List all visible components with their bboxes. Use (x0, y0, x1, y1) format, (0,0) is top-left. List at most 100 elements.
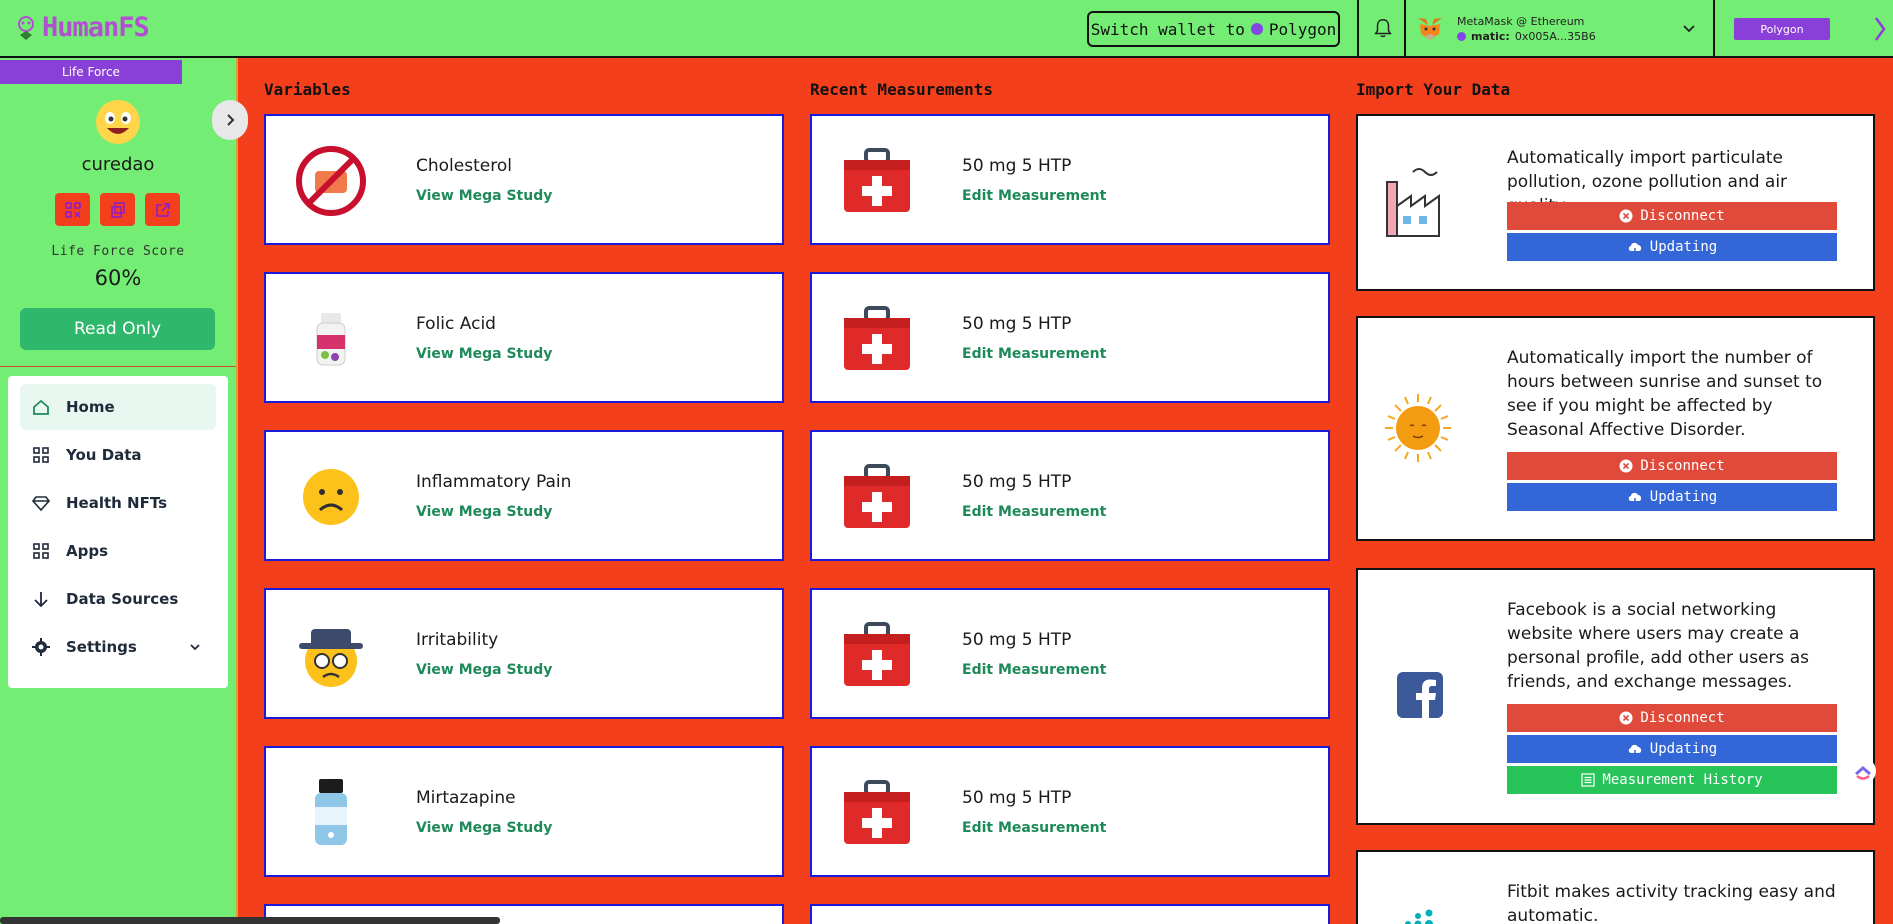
view-mega-study-link[interactable]: View Mega Study (416, 662, 552, 678)
chevron-down-icon (190, 644, 200, 651)
sidebar-item-label: Home (66, 398, 115, 416)
chevron-down-icon[interactable] (1680, 20, 1698, 38)
network-icon (1874, 17, 1886, 41)
variable-card[interactable]: Cholesterol View Mega Study (264, 114, 784, 245)
import-card: Automatically import particulate polluti… (1356, 114, 1875, 291)
variable-card[interactable]: Irritability View Mega Study (264, 588, 784, 719)
variable-name: Irritability (416, 630, 499, 650)
polygon-dot-icon (1457, 32, 1466, 41)
variable-card[interactable]: Mirtazapine View Mega Study (264, 746, 784, 877)
measurement-card[interactable] (810, 904, 1330, 924)
measurement-card[interactable]: 50 mg 5 HTP Edit Measurement (810, 588, 1330, 719)
measurement-card[interactable]: 50 mg 5 HTP Edit Measurement (810, 272, 1330, 403)
home-icon (33, 399, 49, 415)
updating-label: Updating (1649, 741, 1718, 757)
switch-wallet-label: Switch wallet to (1090, 19, 1245, 39)
view-mega-study-link[interactable]: View Mega Study (416, 346, 552, 362)
life-force-score-label: Life Force Score (51, 244, 185, 259)
edit-measurement-link[interactable]: Edit Measurement (962, 346, 1106, 362)
logo[interactable]: HumanFS (14, 12, 150, 43)
sidebar: Life Force curedao Life Force Score 60% … (0, 58, 248, 924)
sad-face-icon (291, 457, 371, 537)
arrow-down-icon (34, 592, 48, 608)
qr-code-icon (64, 201, 81, 218)
cloud-icon (1628, 242, 1641, 253)
life-force-score-value: 60% (94, 266, 142, 290)
bell-icon[interactable] (1372, 17, 1394, 39)
chevron-right-icon (227, 114, 235, 126)
copy-button[interactable] (100, 193, 135, 226)
disconnect-button[interactable]: Disconnect (1507, 452, 1837, 480)
switch-wallet-network: Polygon (1268, 19, 1337, 39)
variable-card[interactable]: Folic Acid View Mega Study (264, 272, 784, 403)
header-divider (1404, 0, 1406, 58)
measurement-history-button[interactable]: Measurement History (1507, 766, 1837, 794)
variable-card[interactable]: Inflammatory Pain View Mega Study (264, 430, 784, 561)
updating-label: Updating (1649, 489, 1718, 505)
clickup-icon[interactable] (1850, 758, 1876, 784)
variable-name: Inflammatory Pain (416, 472, 572, 492)
edit-measurement-link[interactable]: Edit Measurement (962, 820, 1106, 836)
horizontal-scrollbar[interactable] (0, 917, 500, 924)
view-mega-study-link[interactable]: View Mega Study (416, 820, 552, 836)
import-data-title: Import Your Data (1356, 80, 1511, 99)
wallet-network: matic: (1471, 30, 1510, 43)
disconnect-label: Disconnect (1640, 208, 1725, 224)
facebook-icon (1397, 672, 1443, 718)
measurement-card[interactable]: 50 mg 5 HTP Edit Measurement (810, 114, 1330, 245)
measurement-name: 50 mg 5 HTP (962, 788, 1072, 808)
first-aid-kit-icon (837, 457, 917, 537)
sidebar-item-health-nfts[interactable]: Health NFTs (20, 480, 216, 526)
external-link-icon (155, 202, 170, 217)
recent-measurements-title: Recent Measurements (810, 80, 994, 99)
pill-bottle-icon (291, 773, 371, 853)
wallet-title: MetaMask @ Ethereum (1457, 15, 1585, 28)
network-button[interactable]: Polygon (1734, 18, 1830, 40)
variables-title: Variables (264, 80, 351, 99)
switch-wallet-button[interactable]: Switch wallet to Polygon (1087, 11, 1340, 47)
metamask-fox-icon (1418, 18, 1442, 40)
external-link-button[interactable] (145, 193, 180, 226)
username: curedao (81, 154, 155, 175)
view-mega-study-link[interactable]: View Mega Study (416, 504, 552, 520)
disconnect-button[interactable]: Disconnect (1507, 202, 1837, 230)
factory-icon (1386, 168, 1440, 237)
measurement-card[interactable]: 50 mg 5 HTP Edit Measurement (810, 746, 1330, 877)
variable-name: Folic Acid (416, 314, 496, 334)
close-circle-icon (1619, 459, 1633, 473)
grid-icon (33, 447, 49, 463)
sidebar-item-data-sources[interactable]: Data Sources (20, 576, 216, 622)
cloud-icon (1628, 744, 1641, 755)
close-circle-icon (1619, 209, 1633, 223)
sidebar-item-home[interactable]: Home (20, 384, 216, 430)
variable-name: Cholesterol (416, 156, 512, 176)
life-force-tag: Life Force (0, 60, 182, 84)
sidebar-item-you-data[interactable]: You Data (20, 432, 216, 478)
variable-name: Mirtazapine (416, 788, 516, 808)
first-aid-kit-icon (837, 299, 917, 379)
apps-icon (33, 543, 49, 559)
avatar[interactable] (94, 98, 142, 146)
view-mega-study-link[interactable]: View Mega Study (416, 188, 552, 204)
import-description: Automatically import the number of hours… (1507, 348, 1823, 440)
sun-icon (1385, 394, 1451, 462)
sidebar-item-settings[interactable]: Settings (20, 624, 216, 670)
wallet-selector[interactable]: MetaMask @ Ethereum matic: 0x005A...35B6 (1415, 9, 1705, 49)
edit-measurement-link[interactable]: Edit Measurement (962, 188, 1106, 204)
updating-button[interactable]: Updating (1507, 483, 1837, 511)
edit-measurement-link[interactable]: Edit Measurement (962, 662, 1106, 678)
diamond-icon (32, 496, 50, 512)
first-aid-kit-icon (837, 773, 917, 853)
collapse-sidebar-button[interactable] (212, 100, 248, 140)
edit-measurement-link[interactable]: Edit Measurement (962, 504, 1106, 520)
qr-code-button[interactable] (55, 193, 90, 226)
sidebar-item-apps[interactable]: Apps (20, 528, 216, 574)
updating-button[interactable]: Updating (1507, 735, 1837, 763)
disconnect-button[interactable]: Disconnect (1507, 704, 1837, 732)
read-only-button[interactable]: Read Only (20, 308, 215, 350)
updating-button[interactable]: Updating (1507, 233, 1837, 261)
gear-icon (32, 638, 50, 656)
import-description: Facebook is a social networking website … (1507, 600, 1810, 692)
sidebar-nav: Home You Data Health NFTs Apps Data Sour… (8, 376, 228, 688)
measurement-card[interactable]: 50 mg 5 HTP Edit Measurement (810, 430, 1330, 561)
